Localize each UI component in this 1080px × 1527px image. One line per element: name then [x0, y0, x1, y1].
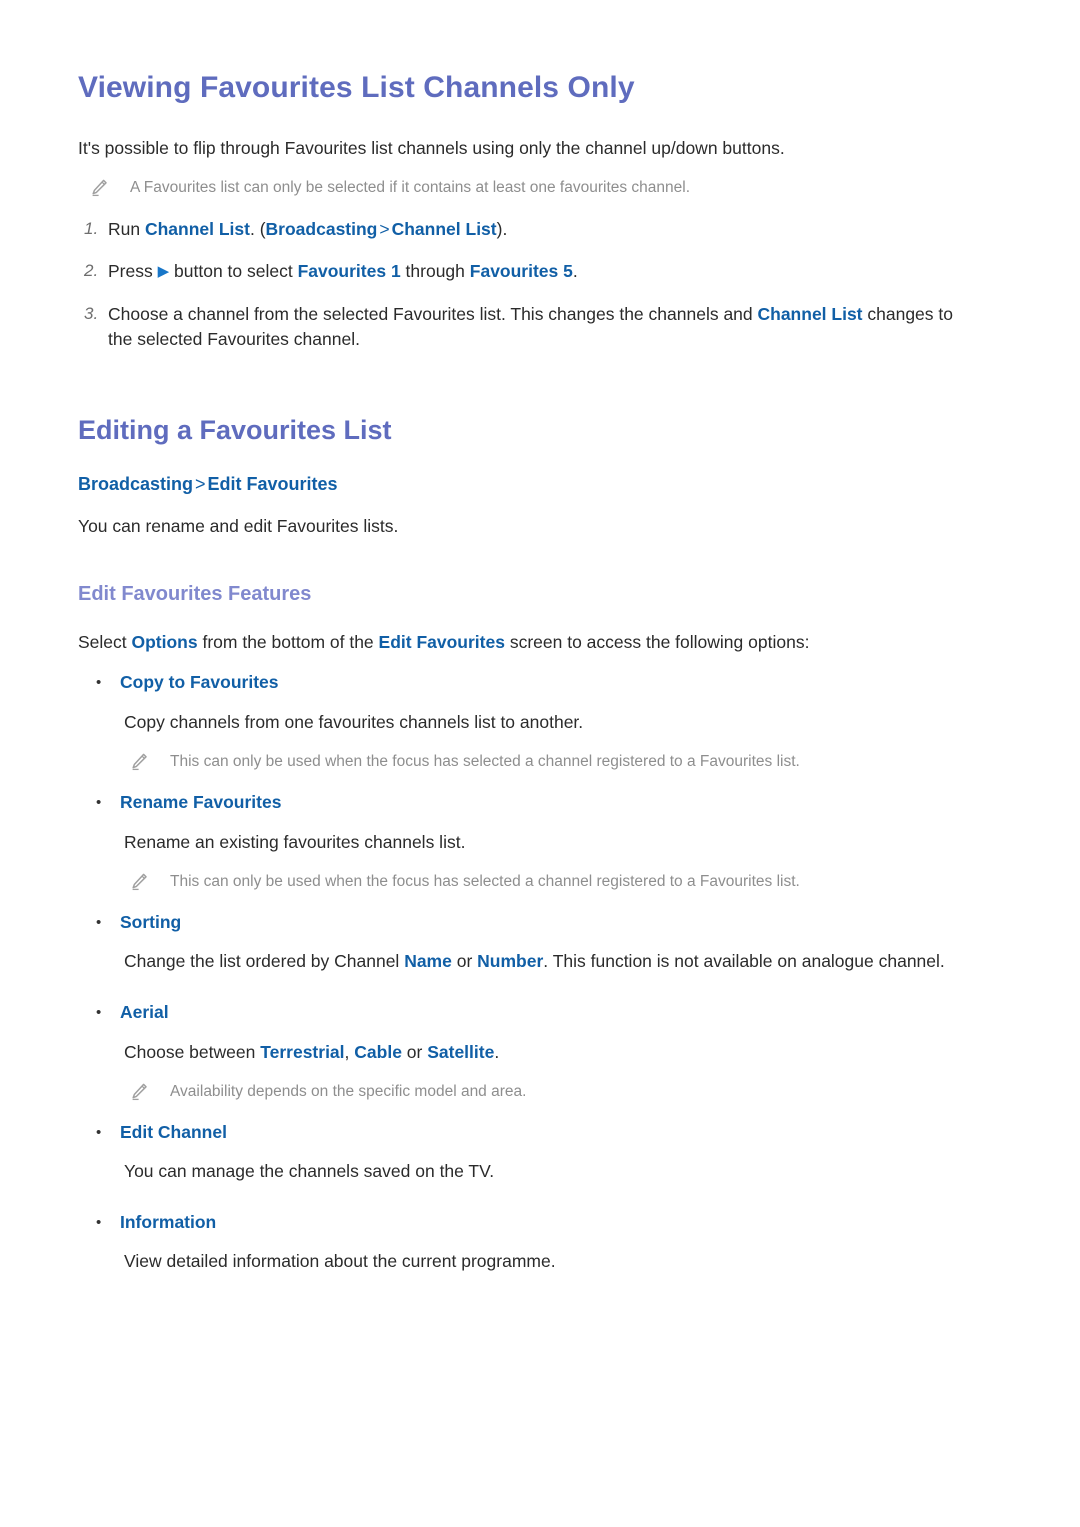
- option-description: You can manage the channels saved on the…: [124, 1161, 495, 1182]
- link-favourites-5[interactable]: Favourites 5: [470, 261, 573, 281]
- step1-post-text: ).: [496, 219, 508, 240]
- step1-pre-text: Run: [108, 219, 145, 240]
- pencil-icon: [129, 872, 149, 892]
- section-title-editing-favourites: Editing a Favourites List: [78, 414, 392, 445]
- bullet-icon: •: [96, 793, 102, 811]
- option-label-information[interactable]: Information: [120, 1211, 216, 1234]
- link-channel-list-3[interactable]: Channel List: [758, 304, 863, 324]
- option-description: Choose between Terrestrial, Cable or Sat…: [78, 1040, 980, 1065]
- bullet-icon: •: [96, 1213, 102, 1231]
- link-favourites-1[interactable]: Favourites 1: [298, 261, 401, 281]
- breadcrumb-item-broadcasting[interactable]: Broadcasting: [78, 474, 193, 494]
- numbered-steps-list: 1. Run Channel List. (Broadcasting > Chann…: [78, 217, 980, 353]
- step-number: 2.: [84, 261, 99, 281]
- bullet-icon: •: [96, 674, 102, 691]
- option-description: Change the list ordered by Channel Name …: [78, 949, 980, 974]
- option-description: View detailed information about the curr…: [124, 1251, 556, 1272]
- breadcrumb: Broadcasting > Edit Favourites: [78, 472, 980, 496]
- link-edit-favourites[interactable]: Edit Favourites: [379, 632, 505, 652]
- page-title: Viewing Favourites List Channels Only: [78, 71, 635, 104]
- step2-mid-text: button to select: [169, 261, 298, 282]
- note-text: This can only be used when the focus has…: [170, 872, 800, 890]
- note-row: This can only be used when the focus has…: [78, 751, 980, 773]
- option-header: • Edit Channel: [78, 1121, 980, 1144]
- link-broadcasting[interactable]: Broadcasting: [266, 219, 378, 239]
- option-header: • Rename Favourites: [78, 791, 980, 814]
- note-row: This can only be used when the focus has…: [78, 871, 980, 893]
- step2-post-text: .: [572, 261, 578, 282]
- option-header: • Copy to Favourites: [78, 671, 980, 694]
- option-label-rename-favourites[interactable]: Rename Favourites: [120, 791, 281, 814]
- option-spacer: [78, 991, 980, 1001]
- step-text: Run Channel List. (Broadcasting > Channel …: [108, 217, 980, 242]
- pencil-icon: [129, 752, 149, 772]
- subsection-title-edit-favourites-features: Edit Favourites Features: [78, 582, 312, 605]
- step-number: 1.: [84, 219, 99, 239]
- aerial-desc-pre: Choose between: [124, 1041, 261, 1062]
- option-label-aerial[interactable]: Aerial: [120, 1001, 169, 1024]
- link-channel-list-2[interactable]: Channel List: [392, 219, 497, 239]
- link-satellite[interactable]: Satellite: [427, 1042, 494, 1062]
- bullet-icon: •: [96, 1123, 102, 1141]
- link-name[interactable]: Name: [404, 951, 452, 971]
- note-text: Availability depends on the specific mod…: [170, 1082, 527, 1100]
- link-channel-list[interactable]: Channel List: [145, 219, 250, 239]
- step-item: 2. Press ▶ button to select Favourites 1…: [78, 259, 980, 284]
- step-number: 3.: [84, 303, 99, 323]
- step3-pre-text: Choose a channel from the selected Favou…: [108, 303, 758, 324]
- subsection-spacer: [78, 556, 980, 582]
- option-label-copy-to-favourites[interactable]: Copy to Favourites: [120, 671, 279, 694]
- pencil-icon: [89, 178, 109, 198]
- breadcrumb-item-edit-favourites[interactable]: Edit Favourites: [208, 474, 338, 494]
- path-separator: >: [379, 219, 390, 240]
- lead-pre-text: Select: [78, 631, 132, 652]
- option-description: Rename an existing favourites channels l…: [124, 831, 466, 852]
- aerial-desc-post: .: [494, 1041, 500, 1062]
- section2-intro-paragraph: You can rename and edit Favourites lists…: [78, 516, 399, 537]
- note-row: Availability depends on the specific mod…: [78, 1081, 980, 1103]
- option-spacer: [78, 1201, 980, 1211]
- lead-mid-text: from the bottom of the: [197, 631, 379, 652]
- aerial-desc-mid-1: ,: [344, 1041, 355, 1062]
- bullet-icon: •: [96, 913, 102, 931]
- link-cable[interactable]: Cable: [354, 1042, 402, 1062]
- pencil-icon: [129, 1082, 149, 1102]
- step-text: Choose a channel from the selected Favou…: [108, 302, 980, 353]
- link-terrestrial[interactable]: Terrestrial: [260, 1042, 344, 1062]
- bullet-icon: •: [96, 1003, 102, 1021]
- option-header: • Aerial: [78, 1001, 980, 1024]
- note-text: This can only be used when the focus has…: [170, 753, 800, 771]
- step-item: 1. Run Channel List. (Broadcasting > Chann…: [78, 217, 980, 242]
- step-text: Press ▶ button to select Favourites 1 th…: [108, 259, 980, 284]
- option-label-edit-channel[interactable]: Edit Channel: [120, 1121, 227, 1144]
- section1-intro-paragraph: It's possible to flip through Favourites…: [78, 138, 785, 158]
- step1-mid-text: . (: [249, 219, 266, 240]
- note-text: A Favourites list can only be selected i…: [130, 179, 691, 197]
- option-header: • Information: [78, 1211, 980, 1234]
- sorting-desc-mid: or: [451, 951, 478, 972]
- option-description: Copy channels from one favourites channe…: [124, 711, 584, 732]
- sorting-desc-pre: Change the list ordered by Channel: [124, 951, 405, 972]
- breadcrumb-separator: >: [195, 473, 206, 494]
- lead-post-text: screen to access the following options:: [504, 631, 810, 652]
- right-arrow-icon: ▶: [157, 263, 170, 281]
- option-label-sorting[interactable]: Sorting: [120, 911, 181, 934]
- aerial-desc-mid-2: or: [401, 1041, 428, 1062]
- link-number[interactable]: Number: [477, 951, 543, 971]
- link-options[interactable]: Options: [132, 632, 198, 652]
- step2-mid-text-2: through: [400, 261, 470, 282]
- options-lead-paragraph: Select Options from the bottom of the Ed…: [78, 630, 980, 655]
- step-item: 3. Choose a channel from the selected Fa…: [78, 302, 980, 353]
- step2-pre-text: Press: [108, 261, 158, 282]
- option-header: • Sorting: [78, 911, 980, 934]
- sorting-desc-post: . This function is not available on anal…: [543, 951, 945, 972]
- note-row: A Favourites list can only be selected i…: [78, 177, 980, 199]
- document-page: Viewing Favourites List Channels Only It…: [0, 0, 1080, 1527]
